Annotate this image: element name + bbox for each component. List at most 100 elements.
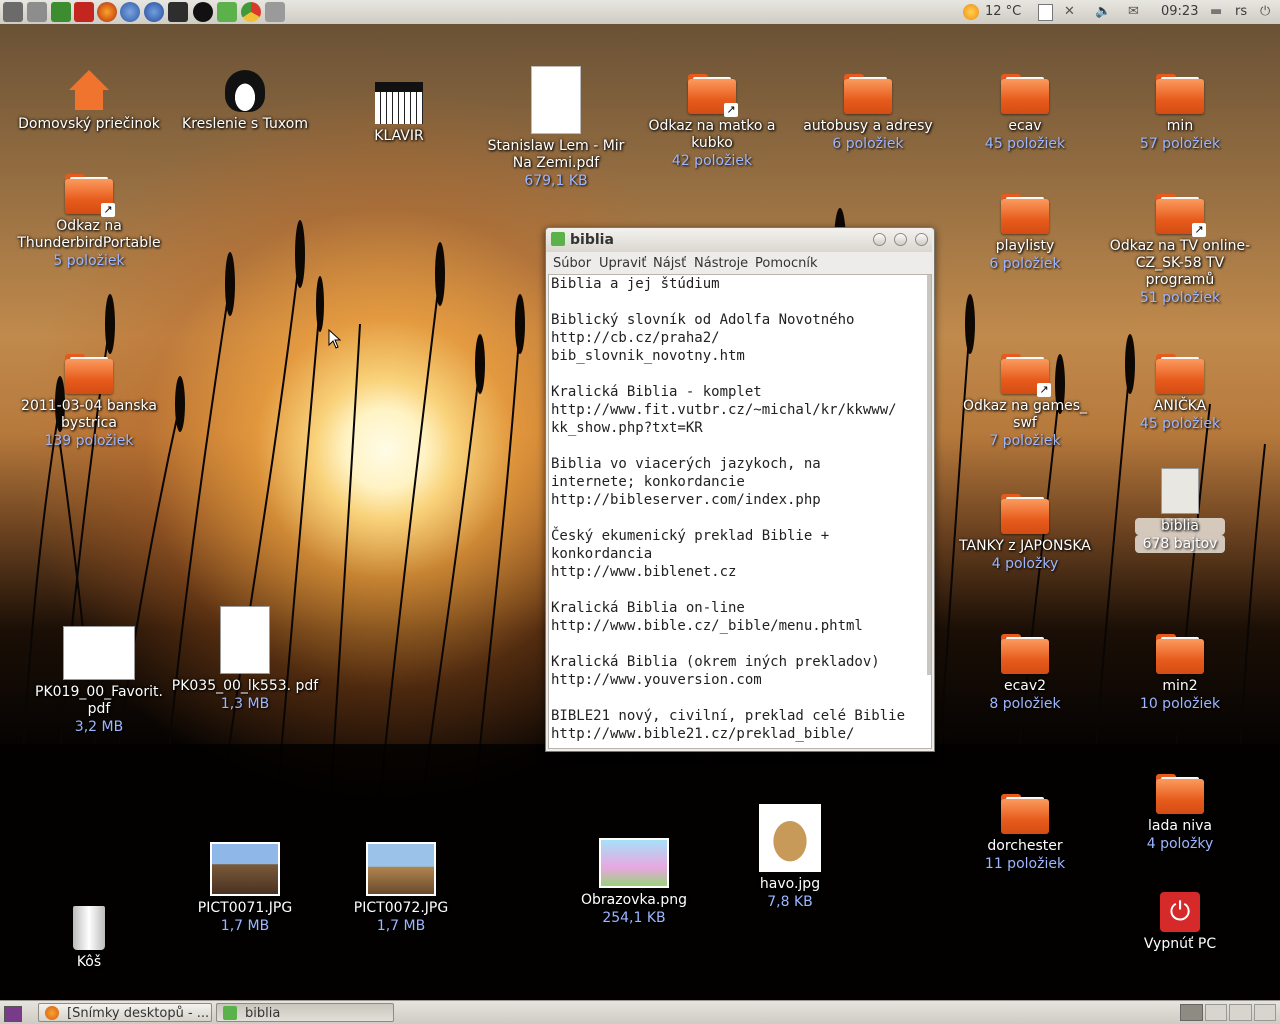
dorchester-folder-icon[interactable]: dorchester 11 položiek [950,794,1100,873]
workspace-4[interactable] [1253,1004,1276,1021]
pdf-thumbnail-icon [220,606,270,674]
banska-folder-icon[interactable]: 2011-03-04 banska bystrica 139 položiek [14,354,164,450]
pk035-pdf-label: PK035_00_lk553. pdf [171,678,319,694]
network-icon[interactable]: ✕ [1064,4,1075,19]
vertical-scrollbar[interactable] [927,275,931,675]
text-line: Kralická Biblia on-line [551,600,745,616]
menu-help[interactable]: Pomocník [755,256,817,271]
clock[interactable]: 09:23 [1161,4,1198,19]
min-folder-icon[interactable]: min 57 položiek [1105,74,1255,153]
chrome-icon[interactable] [241,2,261,22]
video-editor-icon[interactable] [168,2,188,22]
home-folder-icon[interactable]: Domovský priečinok [14,68,164,133]
folder-icon [844,74,892,114]
window-titlebar[interactable]: biblia [546,228,932,252]
maximize-button[interactable] [894,233,907,246]
trash-icon[interactable]: Kôš [14,906,164,971]
power-menu-icon[interactable]: ⏻ [1260,4,1270,19]
text-line [549,689,931,707]
workspace-2[interactable] [1204,1004,1227,1021]
playlisty-folder-count: 6 položiek [989,256,1061,272]
text-editor-window[interactable]: biblia Súbor Upraviť Nájsť Nástroje Pomo… [545,227,935,752]
games-link-count: 7 položiek [989,433,1061,449]
pict0072-icon[interactable]: PICT0072.JPG 1,7 MB [326,842,476,935]
biblia-file-icon[interactable]: biblia 678 bajtov [1105,468,1255,553]
pict0072-label: PICT0072.JPG [353,900,449,916]
text-line [549,581,931,599]
games-link-icon[interactable]: ↗ Odkaz na games_ swf 7 položiek [950,354,1100,450]
lada-folder-count: 4 položky [1146,836,1214,852]
tux-paint-icon[interactable]: Kreslenie s Tuxom [170,70,320,133]
text-line: konkordancia [551,546,653,562]
text-line: BIBLE21 nový, civilní, preklad celé Bibl… [551,708,906,724]
weather-icon[interactable] [963,4,979,20]
pk035-pdf-size: 1,3 MB [220,696,270,712]
minimize-button[interactable] [873,233,886,246]
amarok-icon[interactable] [193,2,213,22]
firefox-icon[interactable] [97,2,117,22]
obrazovka-label: Obrazovka.png [581,892,687,908]
tanky-folder-count: 4 položky [991,556,1059,572]
text-editor-icon[interactable] [217,2,237,22]
image-thumbnail-icon [210,842,280,896]
playlisty-folder-icon[interactable]: playlisty 6 položiek [950,194,1100,273]
workspace-switcher[interactable] [1180,1004,1276,1021]
menu-file[interactable]: Súbor [553,256,591,271]
pdf-thumbnail-icon [63,626,135,680]
mouse-cursor-icon [328,329,342,349]
lem-pdf-icon[interactable]: Stanislaw Lem - Mir Na Zemi.pdf 679,1 KB [481,66,631,190]
min2-folder-icon[interactable]: min2 10 položiek [1105,634,1255,713]
text-line: Český ekumenický preklad Biblie + [551,528,830,544]
user-name[interactable]: rs [1235,4,1247,19]
tanky-folder-icon[interactable]: TANKY z JAPONSKA 4 položky [950,494,1100,573]
filezilla-icon[interactable] [74,2,94,22]
system-monitor-icon[interactable] [51,2,71,22]
autobusy-folder-icon[interactable]: autobusy a adresy 6 položiek [793,74,943,153]
text-area[interactable]: Biblia a jej štúdium Biblický slovník od… [548,274,932,749]
obrazovka-icon[interactable]: Obrazovka.png 254,1 KB [559,838,709,927]
text-editor-icon [223,1006,237,1020]
thunderbird-icon[interactable] [120,2,140,22]
matko-link-icon[interactable]: ↗ Odkaz na matko a kubko 42 položiek [637,74,787,170]
home-folder-label: Domovský priečinok [18,116,160,132]
chat-icon[interactable]: ▬ [1210,4,1222,19]
ecav-folder-icon[interactable]: ecav 45 položiek [950,74,1100,153]
taskbar-item-screenshots[interactable]: [Snímky desktopů - ... [38,1003,212,1022]
ecav2-folder-icon[interactable]: ecav2 8 položiek [950,634,1100,713]
notes-icon[interactable] [1038,4,1053,21]
havo-icon[interactable]: havo.jpg 7,8 KB [715,804,865,911]
text-line: http://cb.cz/praha2/ [551,330,720,346]
volume-icon[interactable]: 🔈 [1095,4,1111,19]
tv-online-link-icon[interactable]: ↗ Odkaz na TV online- CZ_SK-58 TV progra… [1105,194,1255,307]
taskbar-item-biblia[interactable]: biblia [216,1003,394,1022]
menu-edit[interactable]: Upraviť [599,256,646,271]
klavir-icon[interactable]: KLAVIR [324,82,474,145]
pict0071-size: 1,7 MB [220,918,270,934]
shutdown-icon[interactable]: ⏻ Vypnúť PC [1105,892,1255,953]
mail-icon[interactable]: ✉ [1128,4,1139,19]
pk019-pdf-icon[interactable]: PK019_00_Favorit. pdf 3,2 MB [24,626,174,736]
screenshot-icon[interactable] [265,2,285,22]
anicka-folder-icon[interactable]: ANIČKA 45 položiek [1105,354,1255,433]
close-button[interactable] [915,233,928,246]
workspace-1[interactable] [1180,1004,1203,1021]
workspace-3[interactable] [1229,1004,1252,1021]
text-line: Biblia a jej štúdium [551,276,720,292]
banska-folder-label: 2011-03-04 banska bystrica [21,398,157,431]
calculator-icon[interactable] [27,2,47,22]
menu-search[interactable]: Nájsť [653,256,686,271]
text-line: bib_slovnik_novotny.htm [551,348,745,364]
applications-menu-icon[interactable] [3,2,23,22]
menu-tools[interactable]: Nástroje [694,256,748,271]
show-desktop-icon[interactable] [4,1006,22,1022]
pk035-pdf-icon[interactable]: PK035_00_lk553. pdf 1,3 MB [170,606,320,713]
dorchester-folder-count: 11 položiek [984,856,1066,872]
taskbar-item-label: biblia [245,1006,281,1021]
web-browser-icon[interactable] [144,2,164,22]
thunderbird-link-count: 5 položiek [53,253,125,269]
thunderbird-link-icon[interactable]: ↗ Odkaz na ThunderbirdPortable 5 položie… [14,174,164,270]
lada-folder-icon[interactable]: lada niva 4 položky [1105,774,1255,853]
weather-temperature[interactable]: 12 °C [985,4,1021,19]
pict0071-icon[interactable]: PICT0071.JPG 1,7 MB [170,842,320,935]
folder-icon [65,354,113,394]
